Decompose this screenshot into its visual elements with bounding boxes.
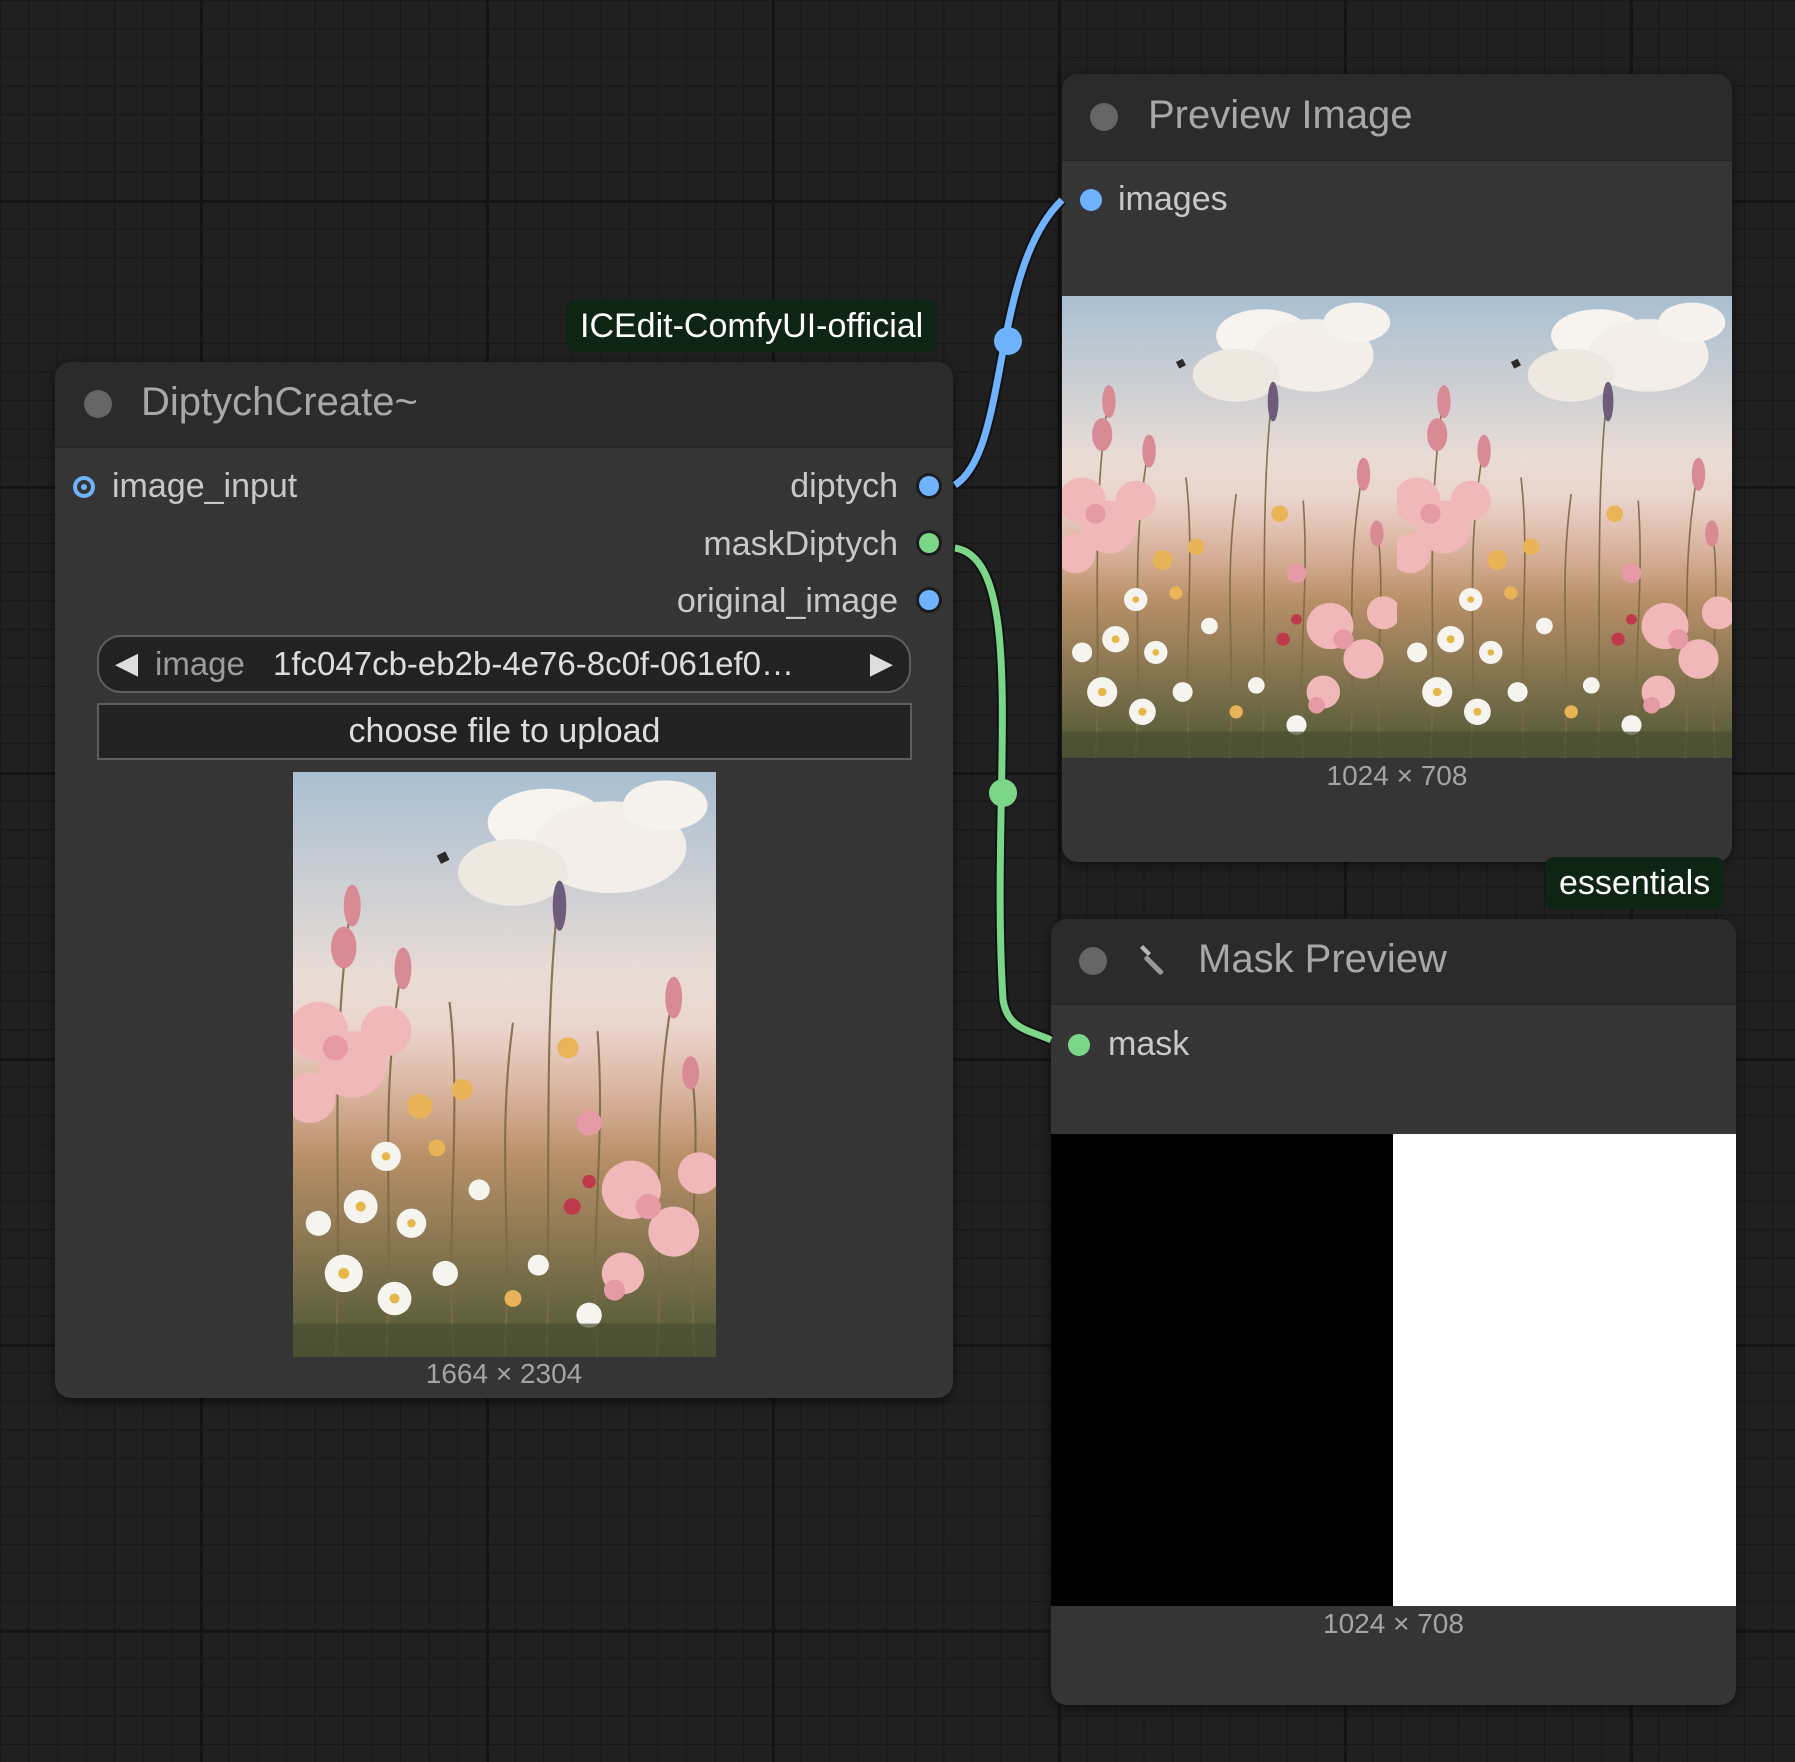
input-slot-images[interactable] bbox=[1080, 189, 1102, 211]
diptych-left-panel bbox=[1062, 296, 1397, 758]
mask-preview-dimensions: 1024 × 708 bbox=[1323, 1608, 1464, 1639]
mask-preview-image[interactable] bbox=[1051, 1134, 1736, 1606]
mask-preview-node[interactable]: Mask Preview mask 1024 × 708 bbox=[1051, 919, 1736, 1705]
upload-button[interactable]: choose file to upload bbox=[97, 703, 912, 760]
output-label-mask-diptych: maskDiptych bbox=[703, 525, 898, 563]
collapse-toggle[interactable] bbox=[1090, 103, 1118, 131]
link-mask-to-mask-stroke[interactable] bbox=[954, 544, 1053, 1044]
diptych-right-panel bbox=[1397, 296, 1732, 758]
combo-label: image bbox=[155, 645, 245, 682]
diptych-create-node[interactable]: DiptychCreate~ image_input diptych maskD… bbox=[55, 362, 953, 1398]
link-midpoint-mask[interactable] bbox=[989, 779, 1017, 807]
input-label-images: images bbox=[1118, 180, 1228, 218]
output-slot-original-image[interactable] bbox=[919, 590, 939, 610]
preview-image-node[interactable]: Preview Image images 1024 × 708 bbox=[1062, 74, 1732, 862]
node-header[interactable]: DiptychCreate~ bbox=[55, 362, 953, 448]
combo-next-arrow-icon[interactable]: ▶ bbox=[870, 637, 893, 691]
output-slot-diptych[interactable] bbox=[919, 476, 939, 496]
combo-prev-arrow-icon[interactable]: ◀ bbox=[115, 637, 138, 691]
link-diptych-to-images[interactable] bbox=[951, 196, 1066, 490]
input-image-preview[interactable] bbox=[293, 772, 716, 1357]
group-label-icedit[interactable]: ICEdit-ComfyUI-official bbox=[566, 300, 938, 352]
diptych-preview-image[interactable] bbox=[1062, 296, 1732, 758]
output-label-diptych: diptych bbox=[790, 467, 898, 505]
input-slot-image-input[interactable] bbox=[73, 476, 95, 498]
node-title: Mask Preview bbox=[1198, 937, 1447, 981]
link-midpoint-images[interactable] bbox=[994, 327, 1022, 355]
diptych-preview-dimensions: 1024 × 708 bbox=[1326, 760, 1468, 791]
input-label-image-input: image_input bbox=[112, 467, 298, 505]
wrench-icon bbox=[1140, 945, 1164, 975]
node-header[interactable]: Mask Preview bbox=[1051, 919, 1736, 1005]
combo-value: 1fc047cb-eb2b-4e76-8c0f-061ef0… bbox=[273, 645, 795, 682]
node-title: DiptychCreate~ bbox=[141, 380, 418, 424]
group-label-essentials[interactable]: essentials bbox=[1545, 857, 1725, 909]
flower-field-image bbox=[293, 772, 716, 1357]
node-header[interactable]: Preview Image bbox=[1062, 74, 1732, 161]
input-image-dimensions: 1664 × 2304 bbox=[425, 1358, 583, 1389]
image-combo-widget[interactable]: ◀ image 1fc047cb-eb2b-4e76-8c0f-061ef0… … bbox=[97, 635, 911, 693]
mask-black-half bbox=[1051, 1134, 1393, 1606]
collapse-toggle[interactable] bbox=[84, 390, 112, 418]
mask-white-half bbox=[1393, 1134, 1736, 1606]
node-title: Preview Image bbox=[1148, 93, 1413, 137]
link-mask-to-mask[interactable] bbox=[953, 542, 1054, 1046]
input-label-mask: mask bbox=[1108, 1025, 1190, 1063]
input-slot-mask[interactable] bbox=[1068, 1034, 1090, 1056]
output-slot-mask-diptych[interactable] bbox=[919, 533, 939, 553]
output-label-original-image: original_image bbox=[676, 582, 898, 620]
link-diptych-to-images-stroke[interactable] bbox=[952, 197, 1065, 488]
collapse-toggle[interactable] bbox=[1079, 947, 1107, 975]
